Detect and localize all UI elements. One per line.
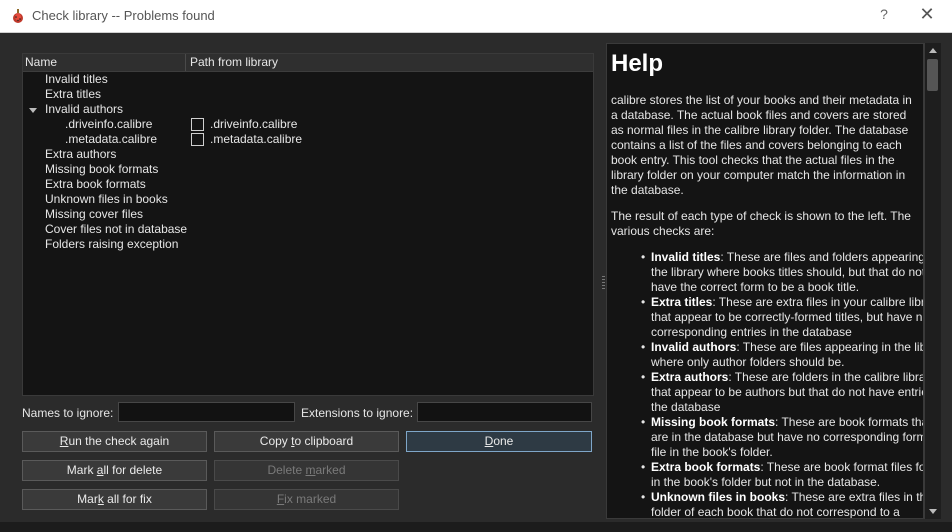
fix-marked-label-post: ix marked	[284, 492, 337, 506]
names-to-ignore-label: Names to ignore:	[22, 406, 114, 420]
column-header-name[interactable]: Name	[25, 55, 57, 69]
bullet-icon: •	[641, 295, 646, 309]
help-list-item: • Invalid authors: These are files appear…	[641, 340, 923, 370]
mark-fix-label-pre: Mar	[77, 492, 98, 506]
extensions-to-ignore-label: Extensions to ignore:	[301, 406, 414, 420]
mark-delete-label-pre: Mark	[66, 463, 97, 477]
bullet-icon: •	[641, 490, 646, 504]
help-panel: Help calibre stores the list of your boo…	[606, 43, 924, 519]
delete-marked-label-post: arked	[315, 463, 346, 477]
done-button[interactable]: Done	[406, 431, 592, 452]
bullet-icon: •	[641, 415, 646, 429]
tree-item-cover-files-not-in-db[interactable]: Cover files not in database	[45, 222, 187, 237]
help-item-term: Unknown files in books	[651, 490, 786, 504]
run-check-again-button[interactable]: Run the check again	[22, 431, 207, 452]
names-to-ignore-input[interactable]	[118, 402, 295, 422]
help-paragraph-intro: calibre stores the list of your books an…	[611, 93, 912, 197]
help-checks-list: • Invalid titles: These are files and fol…	[617, 250, 923, 518]
mark-checkbox-metadata[interactable]	[191, 133, 204, 146]
tree-item-missing-book-formats[interactable]: Missing book formats	[45, 162, 158, 177]
window-title: Check library -- Problems found	[32, 8, 215, 23]
tree-item-driveinfo[interactable]: .driveinfo.calibre	[65, 117, 152, 132]
help-heading: Help	[611, 50, 664, 77]
tree-item-metadata[interactable]: .metadata.calibre	[65, 132, 157, 147]
column-header-path[interactable]: Path from library	[190, 55, 278, 69]
title-bar: Check library -- Problems found ? ✕	[0, 0, 952, 33]
bullet-icon: •	[641, 460, 646, 474]
tree-item-invalid-authors[interactable]: Invalid authors	[45, 102, 123, 117]
help-list-item: • Unknown files in books: These are extra…	[641, 490, 923, 518]
help-item-term: Extra book formats	[651, 460, 761, 474]
tree-item-missing-cover-files[interactable]: Missing cover files	[45, 207, 143, 222]
delete-marked-button[interactable]: Delete marked	[214, 460, 399, 481]
done-label-key: D	[484, 434, 494, 448]
calibre-app-icon	[13, 9, 23, 23]
help-list-item: • Missing book formats: These are book fo…	[641, 415, 923, 460]
help-item-term: Missing book formats	[651, 415, 776, 429]
mark-fix-label-post: all for fix	[103, 492, 152, 506]
copy-label-post: o clipboard	[294, 434, 354, 448]
mark-checkbox-driveinfo[interactable]	[191, 118, 204, 131]
bullet-icon: •	[641, 370, 646, 384]
scroll-up-arrow-icon[interactable]	[929, 48, 937, 53]
help-list-item: • Extra titles: These are extra files in …	[641, 295, 923, 340]
help-item-term: Extra titles	[651, 295, 713, 309]
tree-item-extra-book-formats[interactable]: Extra book formats	[45, 177, 146, 192]
fix-marked-button[interactable]: Fix marked	[214, 489, 399, 510]
tree-header: Name Path from library	[23, 54, 593, 72]
scroll-down-arrow-icon[interactable]	[929, 509, 937, 514]
tree-item-invalid-titles[interactable]: Invalid titles	[45, 72, 108, 87]
help-paragraph-checks: The result of each type of check is show…	[611, 209, 911, 238]
delete-marked-label-pre: Delete	[267, 463, 306, 477]
collapse-arrow-icon[interactable]	[29, 108, 37, 113]
copy-to-clipboard-button[interactable]: Copy to clipboard	[214, 431, 399, 452]
path-driveinfo: .driveinfo.calibre	[210, 117, 298, 131]
help-list-item: • Invalid titles: These are files and fol…	[641, 250, 923, 295]
mark-all-for-fix-button[interactable]: Mark all for fix	[22, 489, 207, 510]
extensions-to-ignore-input[interactable]	[417, 402, 592, 422]
tree-item-extra-titles[interactable]: Extra titles	[45, 87, 101, 102]
help-item-term: Invalid authors	[651, 340, 737, 354]
splitter-handle[interactable]	[602, 276, 605, 290]
help-item-term: Invalid titles	[651, 250, 721, 264]
path-metadata: .metadata.calibre	[210, 132, 303, 146]
help-item-term: Extra authors	[651, 370, 729, 384]
run-label-post: un the check again	[68, 434, 170, 448]
done-label-post: one	[493, 434, 514, 448]
mark-delete-label-post: ll for delete	[103, 463, 163, 477]
close-icon[interactable]: ✕	[916, 4, 938, 25]
column-divider[interactable]	[185, 54, 186, 71]
results-tree[interactable]: Name Path from library Invalid titles Ex…	[22, 53, 594, 396]
tree-item-unknown-files[interactable]: Unknown files in books	[45, 192, 168, 207]
tree-item-folders-raising-exception[interactable]: Folders raising exception	[45, 237, 178, 252]
scroll-thumb[interactable]	[927, 59, 938, 91]
bottom-edge	[0, 522, 952, 532]
help-scrollbar[interactable]	[924, 43, 941, 519]
copy-label-pre: Copy	[259, 434, 292, 448]
bullet-icon: •	[641, 250, 646, 264]
tree-item-extra-authors[interactable]: Extra authors	[45, 147, 116, 162]
bullet-icon: •	[641, 340, 646, 354]
help-list-item: • Extra book formats: These are book form…	[641, 460, 923, 490]
mark-all-for-delete-button[interactable]: Mark all for delete	[22, 460, 207, 481]
help-list-item: • Extra authors: These are folders in the…	[641, 370, 923, 415]
help-icon[interactable]: ?	[876, 6, 892, 22]
delete-marked-label-key: m	[305, 463, 316, 477]
